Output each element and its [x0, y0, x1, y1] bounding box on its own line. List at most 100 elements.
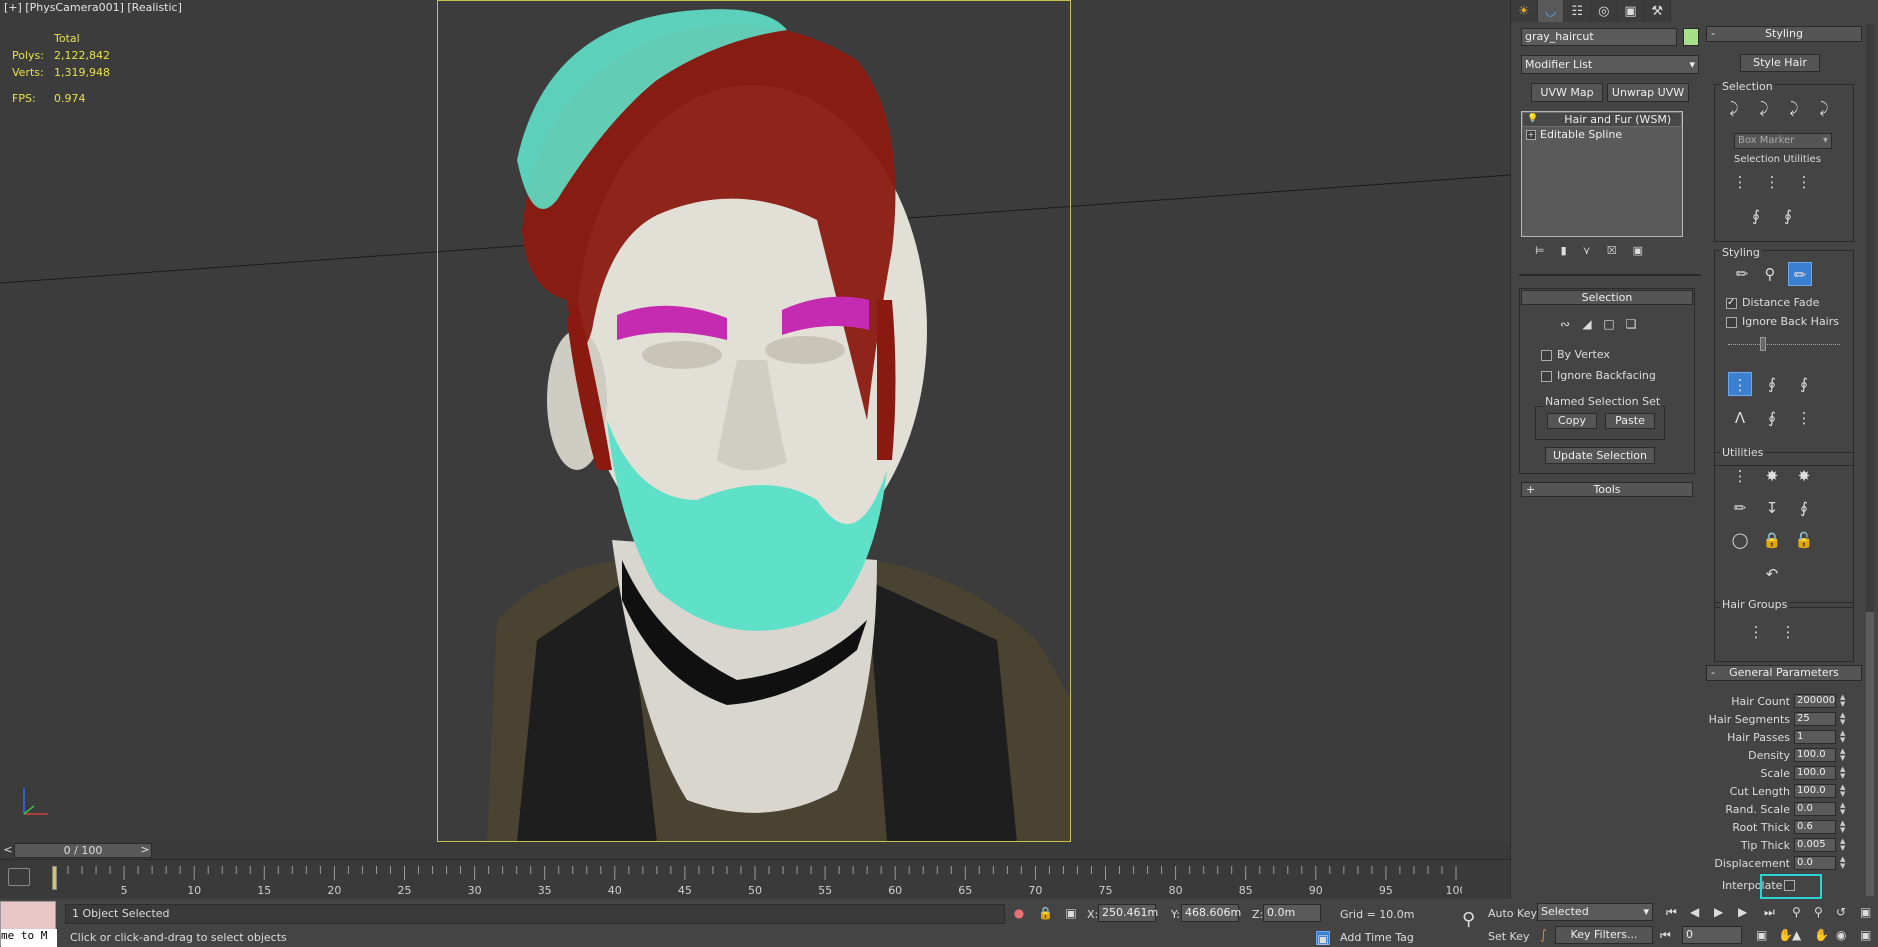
- param-value-field[interactable]: 0.0: [1794, 802, 1836, 816]
- selection-rollout-header[interactable]: Selection: [1521, 290, 1693, 305]
- time-slider[interactable]: < 0 / 100 >: [0, 842, 1510, 859]
- add-time-tag[interactable]: Add Time Tag: [1340, 931, 1414, 944]
- box-marker-dropdown[interactable]: Box Marker ▾: [1734, 133, 1832, 149]
- param-value-field[interactable]: 1: [1794, 730, 1836, 744]
- configure-sets-icon[interactable]: ▣: [1633, 244, 1643, 262]
- general-parameters-collapse-toggle[interactable]: -: [1711, 666, 1715, 679]
- spinner-icon[interactable]: ▲ ▼: [1840, 712, 1848, 726]
- select-vertices-icon[interactable]: ⤸: [1782, 96, 1806, 120]
- param-value-field[interactable]: 100.0: [1794, 748, 1836, 762]
- make-unique-icon[interactable]: ⋎: [1583, 244, 1591, 262]
- auto-key-button[interactable]: Auto Key: [1488, 907, 1537, 920]
- select-hairs-icon[interactable]: ⤸: [1722, 96, 1746, 120]
- lock-selection-icon[interactable]: 🔒: [1038, 906, 1053, 920]
- distance-fade-checkbox[interactable]: Distance Fade: [1726, 296, 1819, 309]
- brush-size-slider[interactable]: [1728, 344, 1840, 345]
- element-mode-icon[interactable]: ❏: [1619, 312, 1643, 336]
- show-hidden-icon[interactable]: ∮: [1776, 204, 1800, 228]
- key-mode-toggle-icon[interactable]: ⏮: [1660, 928, 1671, 943]
- current-frame-field[interactable]: 0: [1682, 926, 1742, 944]
- motion-tab-icon[interactable]: ◎: [1591, 0, 1618, 22]
- split-hairs-icon[interactable]: ⋮: [1744, 620, 1768, 644]
- track-bar[interactable]: 5 10 15 20 25 30 35 40 45 50 55 60 65 70 75 80 85 90 95 100: [0, 859, 1510, 899]
- style-hair-button[interactable]: Style Hair: [1740, 54, 1820, 72]
- param-value-field[interactable]: 200000: [1794, 694, 1836, 708]
- key-filters-button[interactable]: Key Filters...: [1555, 926, 1653, 944]
- show-end-result-icon[interactable]: ▮: [1561, 244, 1567, 262]
- segment-mode-icon[interactable]: ◢: [1575, 312, 1599, 336]
- update-selection-button[interactable]: Update Selection: [1545, 447, 1655, 464]
- dolly-icon[interactable]: ◉: [1836, 928, 1846, 942]
- modify-tab-icon[interactable]: ◡: [1537, 0, 1565, 22]
- play-icon[interactable]: ▶: [1714, 905, 1723, 919]
- checkbox-icon[interactable]: [1726, 316, 1737, 328]
- tools-expand-toggle[interactable]: +: [1526, 483, 1535, 496]
- go-to-end-icon[interactable]: ⏭: [1764, 905, 1775, 920]
- y-coord-field[interactable]: 468.606m: [1181, 904, 1241, 922]
- copy-button[interactable]: Copy: [1547, 413, 1597, 429]
- expand-icon[interactable]: +: [1526, 129, 1536, 140]
- interpolate-checkbox[interactable]: [1784, 880, 1795, 891]
- checkbox-icon[interactable]: [1726, 297, 1737, 309]
- paste-button[interactable]: Paste: [1605, 413, 1655, 429]
- translate-brush-icon[interactable]: ⋮: [1728, 372, 1752, 396]
- param-value-field[interactable]: 0.005: [1794, 838, 1836, 852]
- spinner-icon[interactable]: ▲ ▼: [1840, 730, 1848, 744]
- time-tag-icon[interactable]: ▣: [1316, 931, 1330, 946]
- absolute-mode-icon[interactable]: ▣: [1064, 906, 1078, 920]
- spinner-icon[interactable]: ▲ ▼: [1840, 856, 1848, 870]
- key-icon[interactable]: ⚲: [1462, 909, 1475, 930]
- unlock-icon[interactable]: 🔓: [1792, 528, 1816, 552]
- time-slider-next-button[interactable]: >: [138, 843, 152, 858]
- attenuate-icon[interactable]: ⋮: [1728, 464, 1752, 488]
- time-slider-prev-button[interactable]: <: [2, 843, 14, 858]
- rotate-brush-icon[interactable]: ∮: [1760, 406, 1784, 430]
- key-curve-icon[interactable]: ∫: [1540, 928, 1547, 943]
- track-bar-ruler[interactable]: 5 10 15 20 25 30 35 40 45 50 55 60 65 70 75 80 85 90 95 100: [52, 860, 1462, 900]
- utilities-tab-icon[interactable]: ⚒: [1644, 0, 1672, 22]
- pop-selected-icon[interactable]: ✸: [1760, 464, 1784, 488]
- param-value-field[interactable]: 0.0: [1794, 856, 1836, 870]
- z-coord-field[interactable]: 0.0m: [1263, 904, 1321, 922]
- spinner-icon[interactable]: ▲ ▼: [1840, 694, 1848, 708]
- spinner-icon[interactable]: ▲ ▼: [1840, 820, 1848, 834]
- vertex-mode-icon[interactable]: ∾: [1553, 312, 1577, 336]
- zoom-all-icon[interactable]: ⚲: [1814, 905, 1823, 919]
- styling-brush-icon[interactable]: ✏: [1788, 262, 1812, 286]
- maxscript-listener[interactable]: me to M: [0, 901, 57, 947]
- clump-icon[interactable]: Λ: [1728, 406, 1752, 430]
- x-coord-field[interactable]: 250.461m: [1098, 904, 1158, 922]
- select-brush-icon[interactable]: ⚲: [1758, 262, 1782, 286]
- maximize-toggle-icon[interactable]: ▣: [1860, 928, 1871, 942]
- track-bar-playhead[interactable]: [52, 866, 57, 890]
- param-value-field[interactable]: 100.0: [1794, 784, 1836, 798]
- modifier-list-dropdown[interactable]: Modifier List ▾: [1521, 55, 1699, 74]
- object-color-swatch[interactable]: [1683, 28, 1699, 46]
- strand-mode-icon[interactable]: □: [1597, 312, 1621, 336]
- lightbulb-icon[interactable]: 💡: [1527, 112, 1538, 127]
- previous-frame-icon[interactable]: ◀: [1690, 905, 1699, 919]
- walk-through-icon[interactable]: ✋: [1814, 928, 1829, 942]
- pin-stack-icon[interactable]: ⊨: [1535, 244, 1545, 262]
- curve-editor-icon[interactable]: [8, 868, 30, 886]
- time-config-icon[interactable]: ▣: [1756, 928, 1767, 942]
- display-tab-icon[interactable]: ▣: [1618, 0, 1645, 22]
- puff-roots-icon[interactable]: ∮: [1792, 372, 1816, 396]
- hierarchy-tab-icon[interactable]: ☷: [1564, 0, 1592, 22]
- regrow-hair-icon[interactable]: ∮: [1792, 496, 1816, 520]
- stack-item-hair-and-fur[interactable]: 💡 Hair and Fur (WSM): [1522, 112, 1682, 127]
- invert-selection-icon[interactable]: ⋮: [1728, 170, 1752, 194]
- checkbox-icon[interactable]: [1541, 349, 1552, 361]
- brush-size-slider-thumb[interactable]: [1760, 337, 1766, 351]
- param-value-field[interactable]: 0.6: [1794, 820, 1836, 834]
- pop-zero-icon[interactable]: ✸: [1792, 464, 1816, 488]
- general-parameters-header[interactable]: - General Parameters: [1706, 665, 1862, 681]
- scale-brush-icon[interactable]: ⋮: [1792, 406, 1816, 430]
- rotate-selection-icon[interactable]: ⋮: [1760, 170, 1784, 194]
- hide-selected-icon[interactable]: ∮: [1744, 204, 1768, 228]
- toggle-collisions-icon[interactable]: ◯: [1728, 528, 1752, 552]
- zoom-icon[interactable]: ⚲: [1792, 905, 1801, 919]
- maximize-viewport-icon[interactable]: ▣: [1860, 905, 1871, 919]
- isolate-icon[interactable]: ●: [1012, 906, 1026, 920]
- styling-rollout-header[interactable]: - Styling: [1706, 26, 1862, 42]
